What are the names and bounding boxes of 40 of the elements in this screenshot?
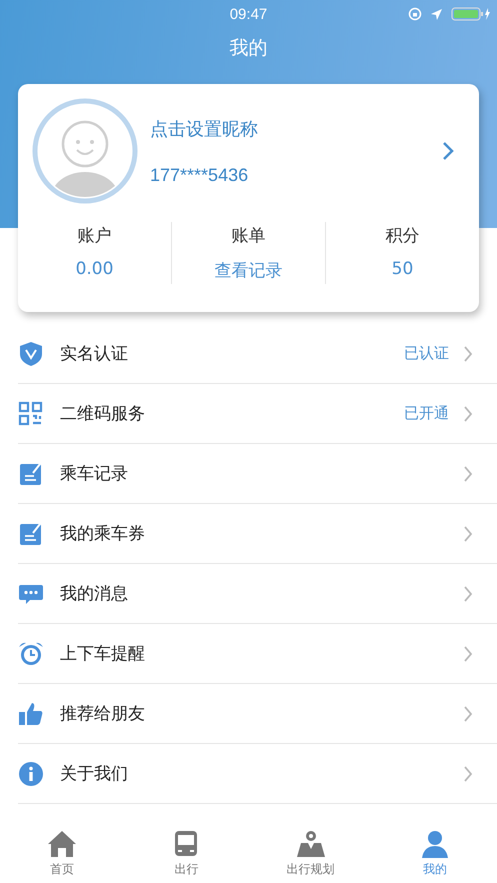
- menu-item[interactable]: 乘车记录: [18, 444, 497, 504]
- chevron-right-icon: [463, 586, 473, 602]
- battery-icon: [451, 7, 491, 21]
- menu-item[interactable]: 上下车提醒: [18, 624, 497, 684]
- rotation-lock-icon: [408, 7, 422, 21]
- menu-item[interactable]: 二维码服务 已开通: [18, 384, 497, 444]
- menu-item[interactable]: 关于我们: [18, 744, 497, 804]
- info-icon: [18, 760, 44, 786]
- tab[interactable]: 出行: [124, 829, 248, 883]
- shield-icon: [18, 340, 44, 366]
- phone-number: 177****5436: [150, 164, 250, 186]
- menu-item[interactable]: 推荐给朋友: [18, 684, 497, 744]
- person-icon: [420, 829, 450, 859]
- chevron-right-icon: [463, 646, 473, 662]
- stat-label: 积分: [386, 225, 420, 247]
- stat-label: 账户: [78, 225, 112, 247]
- home-icon: [47, 829, 78, 859]
- status-time: 09:47: [230, 6, 268, 22]
- nickname-link[interactable]: 点击设置昵称: [150, 116, 441, 140]
- avatar-icon: [32, 98, 138, 204]
- tab[interactable]: 首页: [0, 829, 124, 883]
- status-text: 已认证: [404, 344, 449, 363]
- chevron-right-icon: [463, 466, 473, 482]
- chevron-right-icon: [463, 406, 473, 422]
- thumb-icon: [18, 700, 44, 726]
- qr-icon: [18, 400, 44, 426]
- menu-item[interactable]: 我的乘车券: [18, 504, 497, 564]
- chevron-right-icon[interactable]: [441, 141, 455, 161]
- menu-item[interactable]: 实名认证 已认证: [18, 324, 497, 384]
- status-text: 已开通: [404, 404, 449, 423]
- chevron-right-icon: [463, 706, 473, 722]
- location-icon: [430, 8, 443, 20]
- menu-item[interactable]: 我的消息: [18, 564, 497, 624]
- tab[interactable]: 出行规划: [248, 829, 373, 883]
- page-title: 我的: [228, 36, 268, 61]
- chevron-right-icon: [463, 766, 473, 782]
- alarm-icon: [18, 640, 44, 666]
- chevron-right-icon: [463, 346, 473, 362]
- chevron-right-icon: [463, 526, 473, 542]
- stat-label: 账单: [232, 225, 266, 247]
